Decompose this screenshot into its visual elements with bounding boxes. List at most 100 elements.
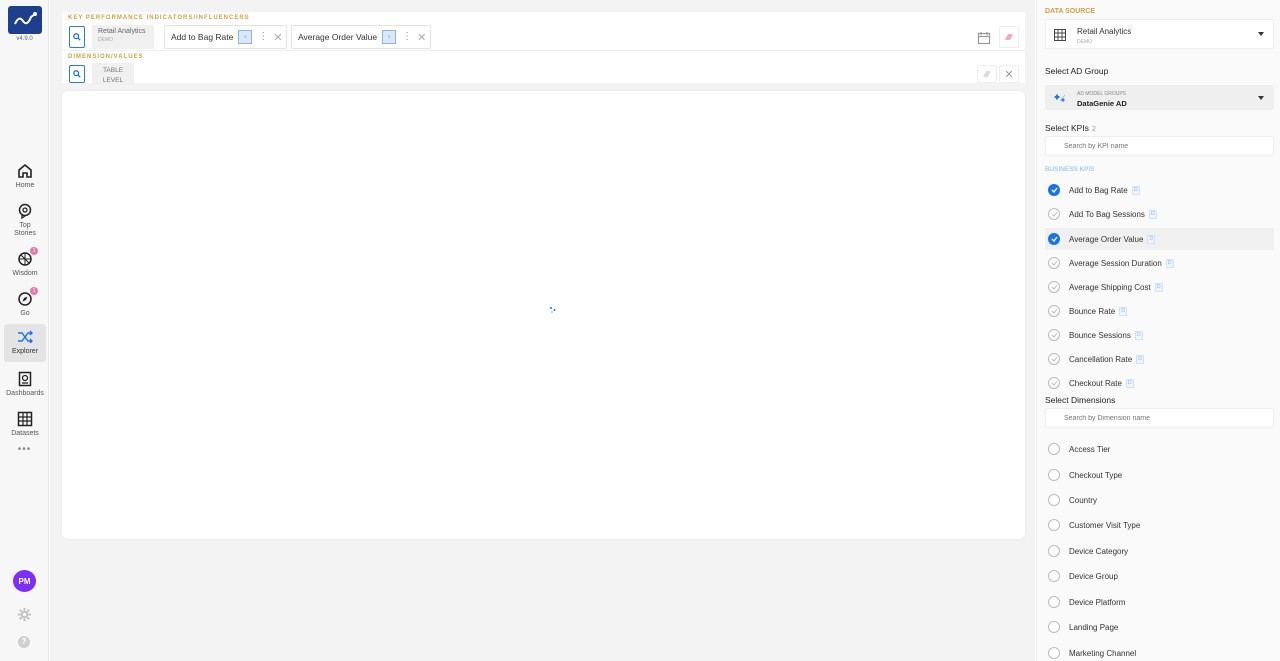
nav-wisdom[interactable]: 1 Wisdom: [4, 246, 46, 284]
kpi-datasource-tag: Retail Analytics DEMO: [92, 25, 154, 49]
unchecked-circle-icon[interactable]: [1048, 208, 1060, 220]
dimension-search-button[interactable]: [69, 65, 85, 83]
unchecked-circle-icon[interactable]: [1048, 257, 1060, 269]
dimension-list-item[interactable]: Access Tier: [1045, 439, 1274, 459]
kpis-count: 2: [1091, 126, 1096, 133]
dimension-name: Device Platform: [1069, 597, 1126, 607]
close-icon[interactable]: ✕: [417, 31, 426, 44]
datasource-name: Retail Analytics: [1077, 27, 1132, 36]
datasource-dropdown[interactable]: Retail Analytics DEMO: [1045, 19, 1274, 49]
kpi-code-badge: D: [1165, 258, 1174, 268]
dimension-list-item[interactable]: Customer Visit Type: [1045, 515, 1274, 535]
app-logo[interactable]: [8, 6, 42, 34]
nav-top-stories-label: Top Stories: [14, 222, 36, 237]
checked-circle-icon[interactable]: [1048, 233, 1060, 245]
kpi-chip-add-to-bag-rate[interactable]: Add to Bag Rate x ⋮ ✕: [164, 25, 287, 49]
kpi-list-item[interactable]: Bounce Rate D: [1045, 300, 1274, 322]
radio-icon[interactable]: [1048, 647, 1060, 659]
kpi-list-item[interactable]: Cancellation Rate D: [1045, 348, 1274, 370]
nav-dashboards[interactable]: Dashboards: [4, 366, 46, 404]
help-icon[interactable]: ?: [18, 636, 30, 648]
dimension-list-item[interactable]: Marketing Channel: [1045, 643, 1274, 661]
kpi-name: Average Order Value: [1069, 234, 1144, 244]
radio-icon[interactable]: [1048, 545, 1060, 557]
kpi-code-badge: D: [1119, 306, 1128, 316]
unchecked-circle-icon[interactable]: [1048, 281, 1060, 293]
radio-icon[interactable]: [1048, 443, 1060, 455]
kpi-list-item[interactable]: Add to Bag Rate D: [1045, 179, 1274, 201]
ad-group-dropdown[interactable]: AD MODEL GROUPS DataGenie AD: [1045, 85, 1274, 110]
unchecked-circle-icon[interactable]: [1048, 353, 1060, 365]
radio-icon[interactable]: [1048, 570, 1060, 582]
kpi-list-item[interactable]: Add To Bag Sessions D: [1045, 203, 1274, 225]
radio-icon[interactable]: [1048, 519, 1060, 531]
kpi-list-item[interactable]: Average Shipping Cost D: [1045, 276, 1274, 298]
gear-icon[interactable]: [17, 607, 32, 622]
kpi-chip-code[interactable]: x: [238, 30, 253, 44]
dimension-section-label: DIMENSION/VALUES: [68, 54, 144, 60]
nav-dashboards-label: Dashboards: [6, 390, 44, 397]
checked-circle-icon[interactable]: [1048, 184, 1060, 196]
table-icon: [1054, 29, 1066, 41]
left-nav: v4.9.0 Home Top Stories 1 Wisdom 1 Go Ex…: [0, 0, 49, 661]
kpis-title: Select KPIs 2: [1045, 123, 1096, 133]
unchecked-circle-icon[interactable]: [1048, 329, 1060, 341]
top-stories-icon: [18, 203, 32, 219]
kpi-search-button[interactable]: [69, 26, 85, 48]
nav-top-stories[interactable]: Top Stories: [4, 198, 46, 240]
radio-icon[interactable]: [1048, 469, 1060, 481]
radio-icon[interactable]: [1048, 621, 1060, 633]
dimension-list-item[interactable]: Landing Page: [1045, 617, 1274, 637]
kpis-title-text: Select KPIs: [1045, 123, 1089, 133]
nav-go[interactable]: 1 Go: [4, 286, 46, 324]
kpi-list-item[interactable]: Average Session Duration D: [1045, 252, 1274, 274]
close-icon[interactable]: ✕: [273, 31, 282, 44]
dimension-search-input[interactable]: [1045, 408, 1274, 428]
nav-home[interactable]: Home: [4, 158, 46, 196]
table-level-tag[interactable]: TABLE LEVEL: [92, 63, 134, 85]
kpi-search-input[interactable]: [1045, 136, 1274, 156]
dimension-list-item[interactable]: Device Category: [1045, 541, 1274, 561]
dimension-list-item[interactable]: Device Group: [1045, 566, 1274, 586]
kpi-chip-average-order-value[interactable]: Average Order Value x ⋮ ✕: [291, 25, 431, 49]
nav-explorer[interactable]: Explorer: [4, 324, 46, 362]
app-version: v4.9.0: [16, 36, 33, 42]
unchecked-circle-icon[interactable]: [1048, 377, 1060, 389]
home-icon: [18, 163, 32, 178]
dimension-bar: DIMENSION/VALUES TABLE LEVEL ✕: [62, 50, 1025, 85]
user-avatar[interactable]: PM: [13, 570, 36, 592]
close-dimensions-button[interactable]: ✕: [999, 65, 1019, 83]
dimension-name: Device Category: [1069, 546, 1129, 556]
table-level-line1: TABLE: [102, 67, 124, 74]
kpi-code-badge: D: [1154, 282, 1163, 292]
more-vertical-icon[interactable]: ⋮: [258, 32, 268, 42]
more-menu[interactable]: •••: [0, 444, 49, 455]
kpi-chip-code[interactable]: x: [382, 30, 397, 44]
nav-go-label: Go: [20, 310, 30, 317]
kpi-name: Checkout Rate: [1069, 378, 1122, 388]
kpi-code-badge: D: [1147, 234, 1156, 244]
dimension-name: Access Tier: [1069, 444, 1111, 454]
clear-dimensions-button[interactable]: [977, 65, 997, 83]
nav-wisdom-label: Wisdom: [12, 270, 38, 277]
results-canvas: [62, 91, 1025, 539]
dimension-name: Landing Page: [1069, 622, 1119, 632]
ad-group-caption: AD MODEL GROUPS: [1077, 91, 1126, 97]
radio-icon[interactable]: [1048, 596, 1060, 608]
nav-datasets[interactable]: Datasets: [4, 406, 46, 444]
dimension-list-item[interactable]: Country: [1045, 490, 1274, 510]
clear-kpis-button[interactable]: [999, 26, 1019, 48]
calendar-icon[interactable]: [977, 31, 991, 45]
datasource-sub: DEMO: [1077, 39, 1092, 45]
loading-spinner-icon: [550, 307, 556, 313]
ad-group-value: DataGenie AD: [1077, 99, 1127, 108]
dimension-list-item[interactable]: Checkout Type: [1045, 465, 1274, 485]
radio-icon[interactable]: [1048, 494, 1060, 506]
kpi-list-item[interactable]: Checkout Rate D: [1045, 372, 1274, 394]
more-vertical-icon[interactable]: ⋮: [402, 32, 412, 42]
kpi-list-item[interactable]: Average Order Value D: [1045, 228, 1274, 250]
unchecked-circle-icon[interactable]: [1048, 305, 1060, 317]
dashboard-icon: [18, 371, 32, 387]
kpi-list-item[interactable]: Bounce Sessions D: [1045, 324, 1274, 346]
dimension-list-item[interactable]: Device Platform: [1045, 592, 1274, 612]
